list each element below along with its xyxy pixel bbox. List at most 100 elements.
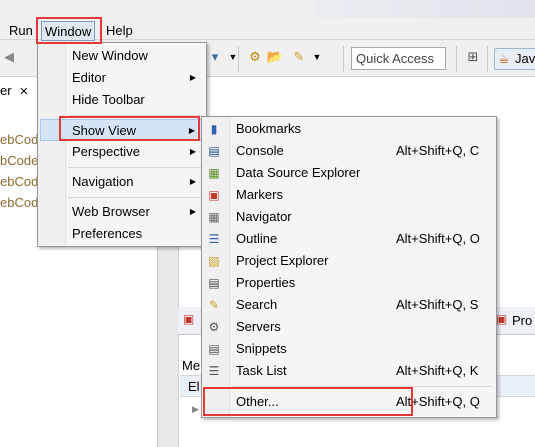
- menu-item-label: Console: [236, 143, 284, 158]
- menu-item-label: Data Source Explorer: [236, 165, 361, 180]
- menu-item-outline[interactable]: ☰ Outline Alt+Shift+Q, O: [204, 228, 494, 250]
- project-explorer-icon: ▧: [208, 254, 220, 268]
- outline-icon: ☰: [208, 232, 220, 246]
- menu-item-label: Other...: [236, 394, 279, 409]
- menu-item-label: Editor: [72, 70, 106, 85]
- title-bar-area: [315, 0, 535, 18]
- menu-item-label: Perspective: [72, 144, 140, 159]
- menu-item-label: Snippets: [236, 341, 287, 356]
- menu-item-label: Properties: [236, 275, 296, 290]
- menu-item-accelerator: Alt+Shift+Q, C: [396, 143, 480, 158]
- menu-item-search[interactable]: ✎ Search Alt+Shift+Q, S: [204, 294, 494, 316]
- menu-item-label: Markers: [236, 187, 283, 202]
- search-toolbar-icon[interactable]: ✎: [290, 48, 308, 66]
- menu-item-perspective[interactable]: Perspective ▶: [40, 141, 204, 163]
- search-icon: ✎: [208, 298, 220, 312]
- menu-item-other[interactable]: Other... Alt+Shift+Q, Q: [204, 391, 494, 413]
- console-icon: ▤: [208, 144, 220, 158]
- menu-window[interactable]: Window: [41, 21, 96, 41]
- menu-item-show-view[interactable]: Show View ▶: [40, 119, 204, 141]
- menu-separator: [68, 115, 202, 116]
- menu-item-label: Navigation: [72, 174, 134, 189]
- menu-help[interactable]: Help: [103, 21, 136, 41]
- open-folder-icon[interactable]: 📂: [266, 48, 284, 66]
- menu-item-label: Bookmarks: [236, 121, 302, 136]
- toolbar-arrow-icon[interactable]: ◀: [0, 48, 18, 66]
- toolbar-separator: [487, 46, 488, 72]
- submenu-arrow-icon: ▶: [189, 147, 196, 156]
- quick-access-input[interactable]: Quick Access: [351, 47, 446, 70]
- toolbar-separator: [456, 46, 457, 72]
- menu-item-snippets[interactable]: ▤ Snippets: [204, 338, 494, 360]
- data-source-icon: ▦: [208, 166, 220, 180]
- markers-icon: ▣: [208, 188, 220, 202]
- toolbar-separator: [238, 46, 239, 72]
- menu-item-label: Preferences: [72, 226, 143, 241]
- menu-item-label: Servers: [236, 319, 281, 334]
- menu-item-accelerator: Alt+Shift+Q, S: [396, 297, 479, 312]
- window-menu: New Window Editor ▶ Hide Toolbar Show Vi…: [37, 42, 207, 247]
- menu-item-label: Task List: [236, 363, 287, 378]
- snippets-icon: ▤: [208, 342, 220, 356]
- menu-item-label: Outline: [236, 231, 278, 246]
- show-view-submenu: ▮ Bookmarks ▤ Console Alt+Shift+Q, C ▦ D…: [201, 116, 497, 418]
- navigator-icon: ▦: [208, 210, 220, 224]
- toolbar-separator: [343, 46, 344, 72]
- menu-item-new-window[interactable]: New Window: [40, 45, 204, 67]
- menu-item-label: Hide Toolbar: [72, 92, 145, 107]
- menu-item-console[interactable]: ▤ Console Alt+Shift+Q, C: [204, 140, 494, 162]
- search-dropdown-icon[interactable]: ▼: [308, 48, 326, 66]
- submenu-arrow-icon: ▶: [189, 177, 196, 186]
- menu-item-accelerator: Alt+Shift+Q, Q: [396, 394, 480, 409]
- menu-item-web-browser[interactable]: Web Browser ▶: [40, 201, 204, 223]
- markers-tab-icon[interactable]: ▣: [183, 312, 194, 326]
- java-perspective-label: Jav: [515, 51, 535, 66]
- menu-item-navigator[interactable]: ▦ Navigator: [204, 206, 494, 228]
- menu-item-navigation[interactable]: Navigation ▶: [40, 171, 204, 193]
- menu-item-editor[interactable]: Editor ▶: [40, 67, 204, 89]
- table-header-label: El: [188, 379, 200, 394]
- expand-arrow-icon[interactable]: ▶: [192, 404, 199, 415]
- package-explorer-tab[interactable]: er ✕: [0, 80, 28, 102]
- properties-tab-icon[interactable]: ▣: [496, 312, 507, 326]
- menu-run[interactable]: Run: [6, 21, 36, 41]
- menu-item-preferences[interactable]: Preferences: [40, 223, 204, 245]
- menu-item-properties[interactable]: ▤ Properties: [204, 272, 494, 294]
- menu-item-label: Navigator: [236, 209, 292, 224]
- open-perspective-icon[interactable]: ⊞: [464, 48, 482, 66]
- menu-item-accelerator: Alt+Shift+Q, O: [396, 231, 480, 246]
- menu-separator: [68, 167, 202, 168]
- menu-item-label: New Window: [72, 48, 148, 63]
- task-list-icon: ☰: [208, 364, 220, 378]
- menu-item-bookmarks[interactable]: ▮ Bookmarks: [204, 118, 494, 140]
- chevron-down-icon[interactable]: ▼: [224, 48, 242, 66]
- submenu-arrow-icon: ▶: [189, 207, 196, 216]
- properties-tab-label[interactable]: Pro: [512, 313, 532, 328]
- menu-item-label: Web Browser: [72, 204, 150, 219]
- submenu-arrow-icon: ▶: [189, 73, 196, 82]
- menu-bar: Run Window Help: [0, 0, 535, 41]
- menu-item-hide-toolbar[interactable]: Hide Toolbar: [40, 89, 204, 111]
- open-type-icon[interactable]: ⚙: [246, 48, 264, 66]
- close-icon[interactable]: ✕: [19, 86, 28, 98]
- java-perspective-icon: ☕: [498, 51, 510, 66]
- menu-item-project-explorer[interactable]: ▧ Project Explorer: [204, 250, 494, 272]
- bookmarks-icon: ▮: [210, 122, 218, 136]
- menu-item-task-list[interactable]: ☰ Task List Alt+Shift+Q, K: [204, 360, 494, 382]
- properties-icon: ▤: [208, 276, 220, 290]
- menu-item-markers[interactable]: ▣ Markers: [204, 184, 494, 206]
- menu-item-accelerator: Alt+Shift+Q, K: [396, 363, 479, 378]
- debug-dropdown-icon[interactable]: ▾: [206, 48, 224, 66]
- menu-item-label: Show View: [72, 123, 137, 138]
- menu-item-servers[interactable]: ⚙ Servers: [204, 316, 494, 338]
- servers-icon: ⚙: [208, 320, 220, 334]
- menu-item-data-source-explorer[interactable]: ▦ Data Source Explorer: [204, 162, 494, 184]
- menu-separator: [232, 386, 492, 387]
- menu-item-label: Search: [236, 297, 278, 312]
- bottom-pane-label: Me: [182, 358, 201, 373]
- java-perspective-button[interactable]: ☕ Jav: [494, 48, 535, 70]
- menu-item-label: Project Explorer: [236, 253, 329, 268]
- package-explorer-tab-label: er: [0, 83, 12, 98]
- menu-separator: [68, 197, 202, 198]
- submenu-arrow-icon: ▶: [188, 126, 195, 135]
